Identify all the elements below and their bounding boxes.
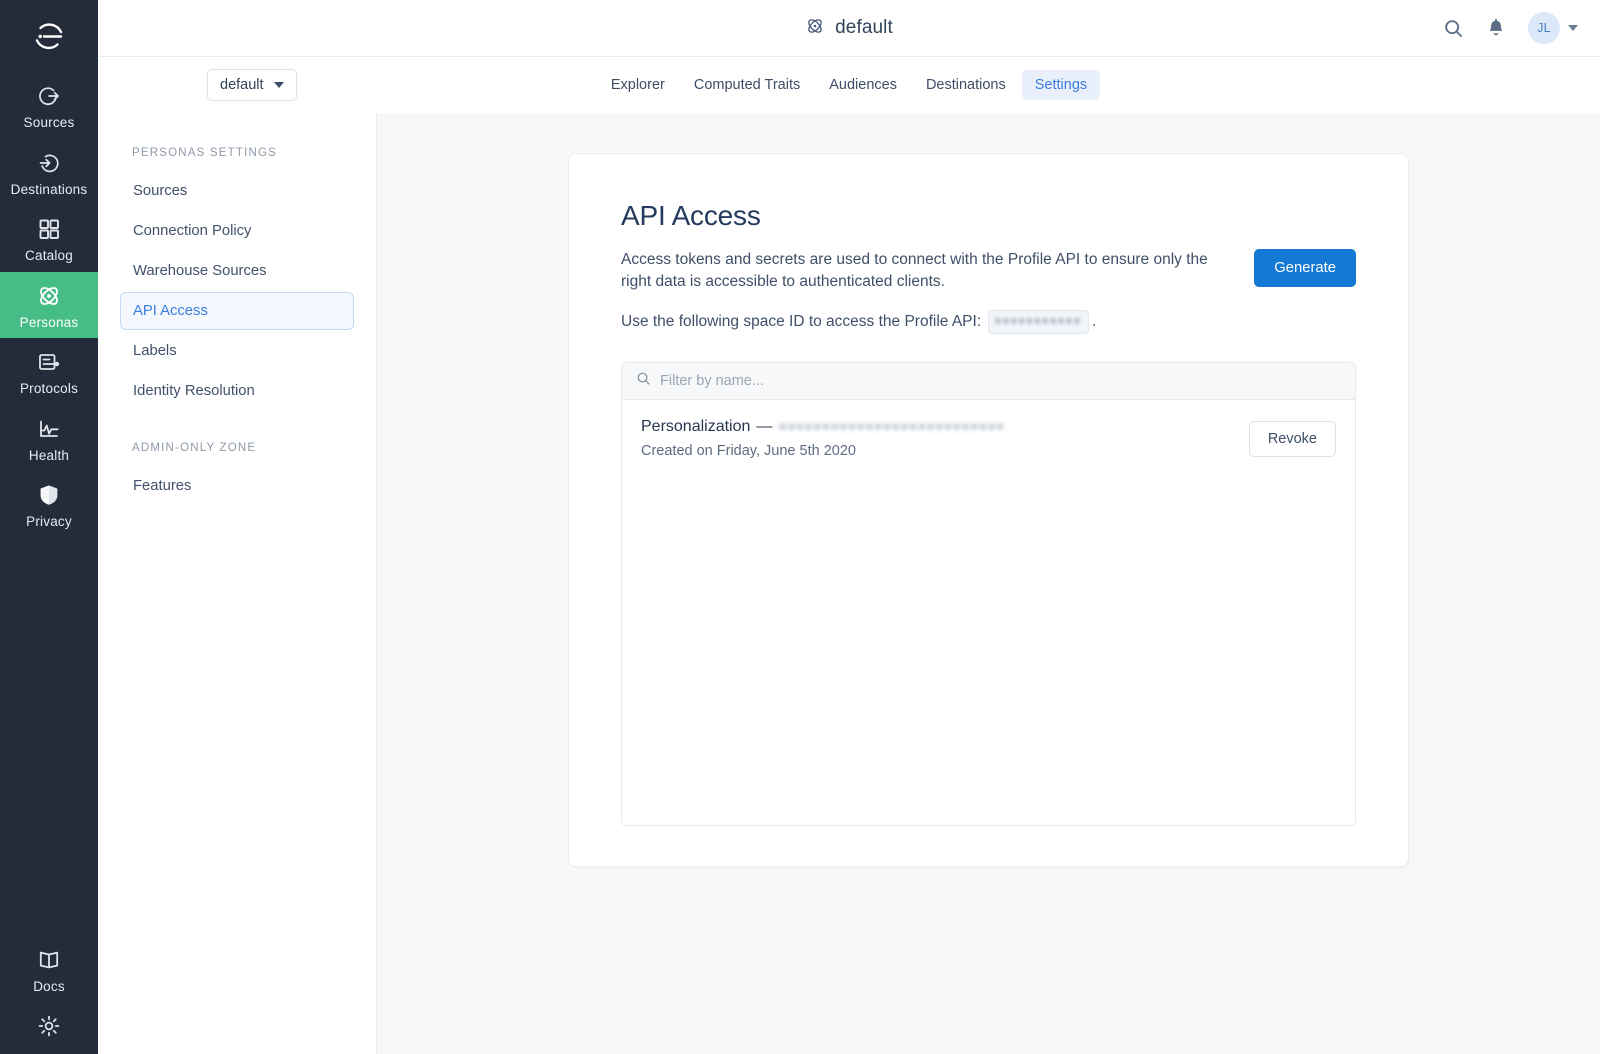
schema-box-icon — [36, 349, 62, 375]
token-name-row: Personalization — ••••••••••••••••••••••… — [641, 418, 1005, 436]
table-row: Personalization — ••••••••••••••••••••••… — [622, 400, 1355, 477]
space-id-value[interactable]: ••••••••••• — [988, 310, 1089, 334]
chevron-down-icon — [274, 82, 284, 88]
workspace-title-group: default — [98, 16, 1600, 41]
tab-audiences[interactable]: Audiences — [816, 70, 910, 100]
api-access-card: API Access Access tokens and secrets are… — [568, 153, 1409, 867]
tab-computed-traits[interactable]: Computed Traits — [681, 70, 813, 100]
generate-button[interactable]: Generate — [1254, 249, 1356, 287]
gear-icon — [36, 1013, 62, 1039]
search-icon — [636, 371, 651, 391]
tab-explorer[interactable]: Explorer — [598, 70, 678, 100]
sidebar-item-label: Protocols — [20, 382, 78, 396]
settings-group-title-personas: PERSONAS SETTINGS — [120, 147, 354, 159]
settings-item-sources[interactable]: Sources — [120, 172, 354, 210]
space-selector[interactable]: default — [207, 69, 297, 101]
token-separator: — — [756, 418, 772, 436]
token-name: Personalization — [641, 418, 750, 436]
settings-item-features[interactable]: Features — [120, 467, 354, 505]
space-id-line: Use the following space ID to access the… — [621, 310, 1356, 334]
settings-item-labels[interactable]: Labels — [120, 332, 354, 370]
tab-destinations[interactable]: Destinations — [913, 70, 1019, 100]
settings-sidebar: PERSONAS SETTINGS Sources Connection Pol… — [98, 113, 377, 1054]
api-access-description: Access tokens and secrets are used to co… — [621, 249, 1221, 293]
settings-item-connection-policy[interactable]: Connection Policy — [120, 212, 354, 250]
shield-icon — [36, 482, 62, 508]
sidebar-item-settings[interactable] — [0, 1002, 98, 1048]
settings-item-warehouse-sources[interactable]: Warehouse Sources — [120, 252, 354, 290]
sidebar-item-label: Destinations — [11, 183, 88, 197]
chevron-down-icon — [1568, 25, 1578, 31]
settings-nav-gap — [120, 412, 354, 442]
segment-logo[interactable] — [0, 0, 98, 72]
sidebar-item-catalog[interactable]: Catalog — [0, 205, 98, 272]
search-icon[interactable] — [1443, 18, 1464, 39]
app-root: Sources Destinations Catal — [0, 0, 1600, 1054]
sidebar-item-health[interactable]: Health — [0, 405, 98, 472]
space-id-redacted-text: ••••••••••• — [994, 315, 1081, 329]
page-title: default — [835, 17, 893, 39]
sidebar-item-personas[interactable]: Personas — [0, 272, 98, 339]
body: PERSONAS SETTINGS Sources Connection Pol… — [98, 113, 1600, 1054]
bell-icon[interactable] — [1486, 18, 1506, 39]
atom-icon — [805, 16, 825, 41]
top-header: default JL — [98, 0, 1600, 57]
avatar[interactable]: JL — [1528, 12, 1560, 44]
arrow-out-circle-icon — [36, 83, 62, 109]
settings-item-api-access[interactable]: API Access — [120, 292, 354, 330]
api-access-intro: Access tokens and secrets are used to co… — [621, 249, 1356, 293]
sidebar-item-label: Personas — [20, 316, 79, 330]
sidebar-item-protocols[interactable]: Protocols — [0, 338, 98, 405]
content-area: API Access Access tokens and secrets are… — [377, 113, 1600, 1054]
sidebar-item-docs[interactable]: Docs — [0, 936, 98, 1003]
token-created-date: Created on Friday, June 5th 2020 — [641, 443, 1005, 459]
tokens-empty-space — [622, 477, 1355, 825]
personas-navbar: default Explorer Computed Traits Audienc… — [98, 57, 1600, 113]
primary-sidebar: Sources Destinations Catal — [0, 0, 98, 1054]
token-info: Personalization — ••••••••••••••••••••••… — [641, 418, 1005, 459]
settings-item-identity-resolution[interactable]: Identity Resolution — [120, 372, 354, 410]
space-selector-label: default — [220, 77, 264, 93]
tab-settings[interactable]: Settings — [1022, 70, 1100, 100]
sidebar-item-label: Health — [29, 449, 69, 463]
grid-icon — [36, 216, 62, 242]
filter-input[interactable] — [660, 373, 1341, 389]
main-column: default JL — [98, 0, 1600, 1054]
book-icon — [36, 947, 62, 973]
atom-icon — [36, 283, 62, 309]
tokens-filter-row — [622, 363, 1355, 400]
sidebar-item-destinations[interactable]: Destinations — [0, 139, 98, 206]
sidebar-item-privacy[interactable]: Privacy — [0, 471, 98, 538]
sidebar-item-label: Sources — [24, 116, 75, 130]
token-secret-redacted: •••••••••••••••••••••••••• — [778, 420, 1004, 436]
sidebar-item-label: Privacy — [26, 515, 72, 529]
space-id-label: Use the following space ID to access the… — [621, 313, 981, 331]
sidebar-item-sources[interactable]: Sources — [0, 72, 98, 139]
space-id-period: . — [1092, 313, 1096, 331]
sidebar-bottom-group: Docs — [0, 936, 98, 1054]
arrow-in-circle-icon — [36, 150, 62, 176]
sidebar-item-label: Catalog — [25, 249, 73, 263]
tokens-panel: Personalization — ••••••••••••••••••••••… — [621, 362, 1356, 826]
sidebar-item-label: Docs — [33, 980, 65, 994]
pulse-chart-icon — [36, 416, 62, 442]
revoke-button[interactable]: Revoke — [1249, 421, 1336, 457]
settings-group-title-admin: ADMIN-ONLY ZONE — [120, 442, 354, 454]
user-menu[interactable]: JL — [1528, 12, 1578, 44]
top-header-actions: JL — [1443, 12, 1600, 44]
personas-tabs: Explorer Computed Traits Audiences Desti… — [98, 70, 1600, 100]
api-access-heading: API Access — [621, 200, 1356, 232]
